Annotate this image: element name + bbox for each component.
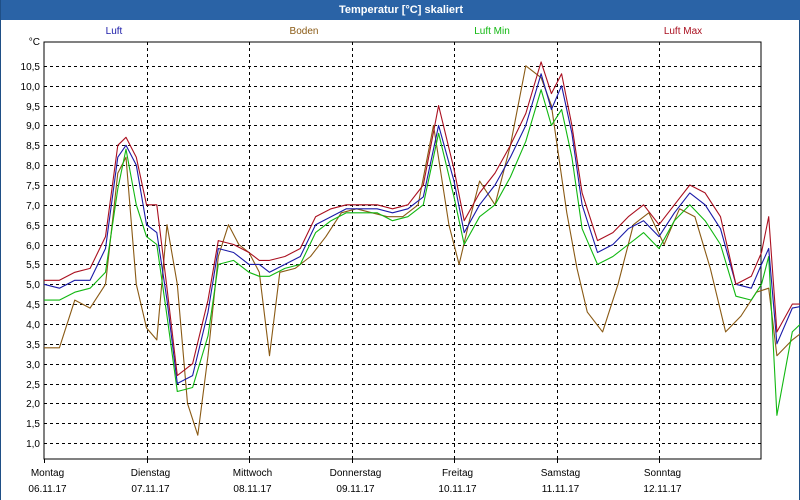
y-tick-label: 7,5 — [26, 181, 40, 192]
y-tick-label: 9,0 — [26, 121, 40, 132]
grid — [43, 41, 762, 460]
x-tick-label-date: 12.11.17 — [643, 484, 682, 495]
x-tick-label-day: Freitag — [442, 468, 473, 479]
window-title: Temperatur [°C] skaliert — [1, 0, 800, 20]
y-tick-label: 8,0 — [26, 161, 40, 172]
y-tick-label: 8,5 — [26, 141, 40, 152]
y-tick-label: 3,5 — [26, 340, 40, 351]
y-tick-label: 9,5 — [26, 102, 40, 113]
y-axis-label: °C — [29, 37, 40, 48]
x-tick-label-day: Mittwoch — [233, 468, 272, 479]
chart-window: Temperatur [°C] skaliert Luft Boden Luft M… — [0, 0, 800, 500]
x-tick-label-day: Sonntag — [644, 468, 681, 479]
legend: Luft Boden Luft Min Luft Max — [106, 26, 703, 37]
y-tick-label: 4,0 — [26, 320, 40, 331]
y-tick-label: 2,0 — [26, 399, 40, 410]
x-tick-label-date: 08.11.17 — [233, 484, 272, 495]
y-tick-label: 6,5 — [26, 221, 40, 232]
x-tick-label-day: Dienstag — [131, 468, 170, 479]
legend-entry: Luft Min — [474, 26, 510, 37]
x-tick-label-day: Donnerstag — [330, 468, 382, 479]
y-tick-label: 5,5 — [26, 260, 40, 271]
legend-entry: Luft — [106, 26, 123, 37]
legend-entry: Luft Max — [664, 26, 702, 37]
x-tick-label-date: 07.11.17 — [131, 484, 170, 495]
y-tick-label: 4,5 — [26, 300, 40, 311]
temperature-chart: Luft Boden Luft Min Luft Max 1,0 1,5 2,0 2,5 3,… — [21, 26, 800, 495]
x-tick-label-day: Samstag — [541, 468, 580, 479]
legend-entry: Boden — [290, 26, 319, 37]
y-tick-label: 10,0 — [21, 82, 41, 93]
y-tick-label: 3,0 — [26, 360, 40, 371]
y-tick-label: 6,0 — [26, 241, 40, 252]
y-tick-label: 1,0 — [26, 439, 40, 450]
x-axis: Montag 06.11.17 Dienstag 07.11.17 Mittwoch 08… — [28, 459, 682, 495]
plot-frame — [43, 41, 762, 460]
y-tick-label: 10,5 — [21, 62, 41, 73]
x-tick-label-date: 06.11.17 — [28, 484, 67, 495]
x-tick-label-date: 09.11.17 — [336, 484, 375, 495]
y-tick-label: 7,0 — [26, 201, 40, 212]
x-tick-label-date: 10.11.17 — [438, 484, 477, 495]
y-tick-label: 2,5 — [26, 380, 40, 391]
y-tick-label: 1,5 — [26, 419, 40, 430]
y-tick-label: 5,0 — [26, 280, 40, 291]
x-tick-label-day: Montag — [31, 468, 64, 479]
y-axis: 1,0 1,5 2,0 2,5 3,0 3,5 4,0 4,5 5,0 5,5 6,0 6,5 7,0 7… — [21, 37, 41, 450]
x-tick-label-date: 11.11.17 — [542, 484, 580, 495]
